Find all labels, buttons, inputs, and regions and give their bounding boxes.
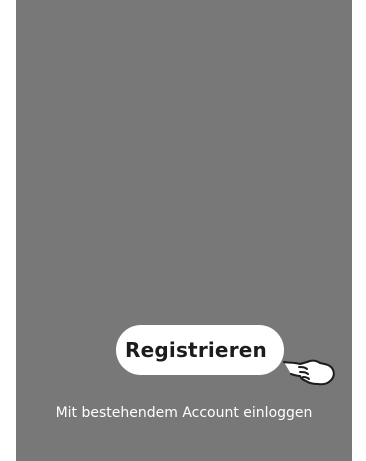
register-button-label: Registrieren	[125, 338, 267, 362]
onboarding-screen: Registrieren Mit bestehendem Account ein…	[16, 0, 352, 461]
register-button[interactable]: Registrieren	[116, 325, 284, 375]
pointing-hand-icon	[283, 359, 335, 386]
login-existing-account-link[interactable]: Mit bestehendem Account einloggen	[16, 405, 352, 421]
